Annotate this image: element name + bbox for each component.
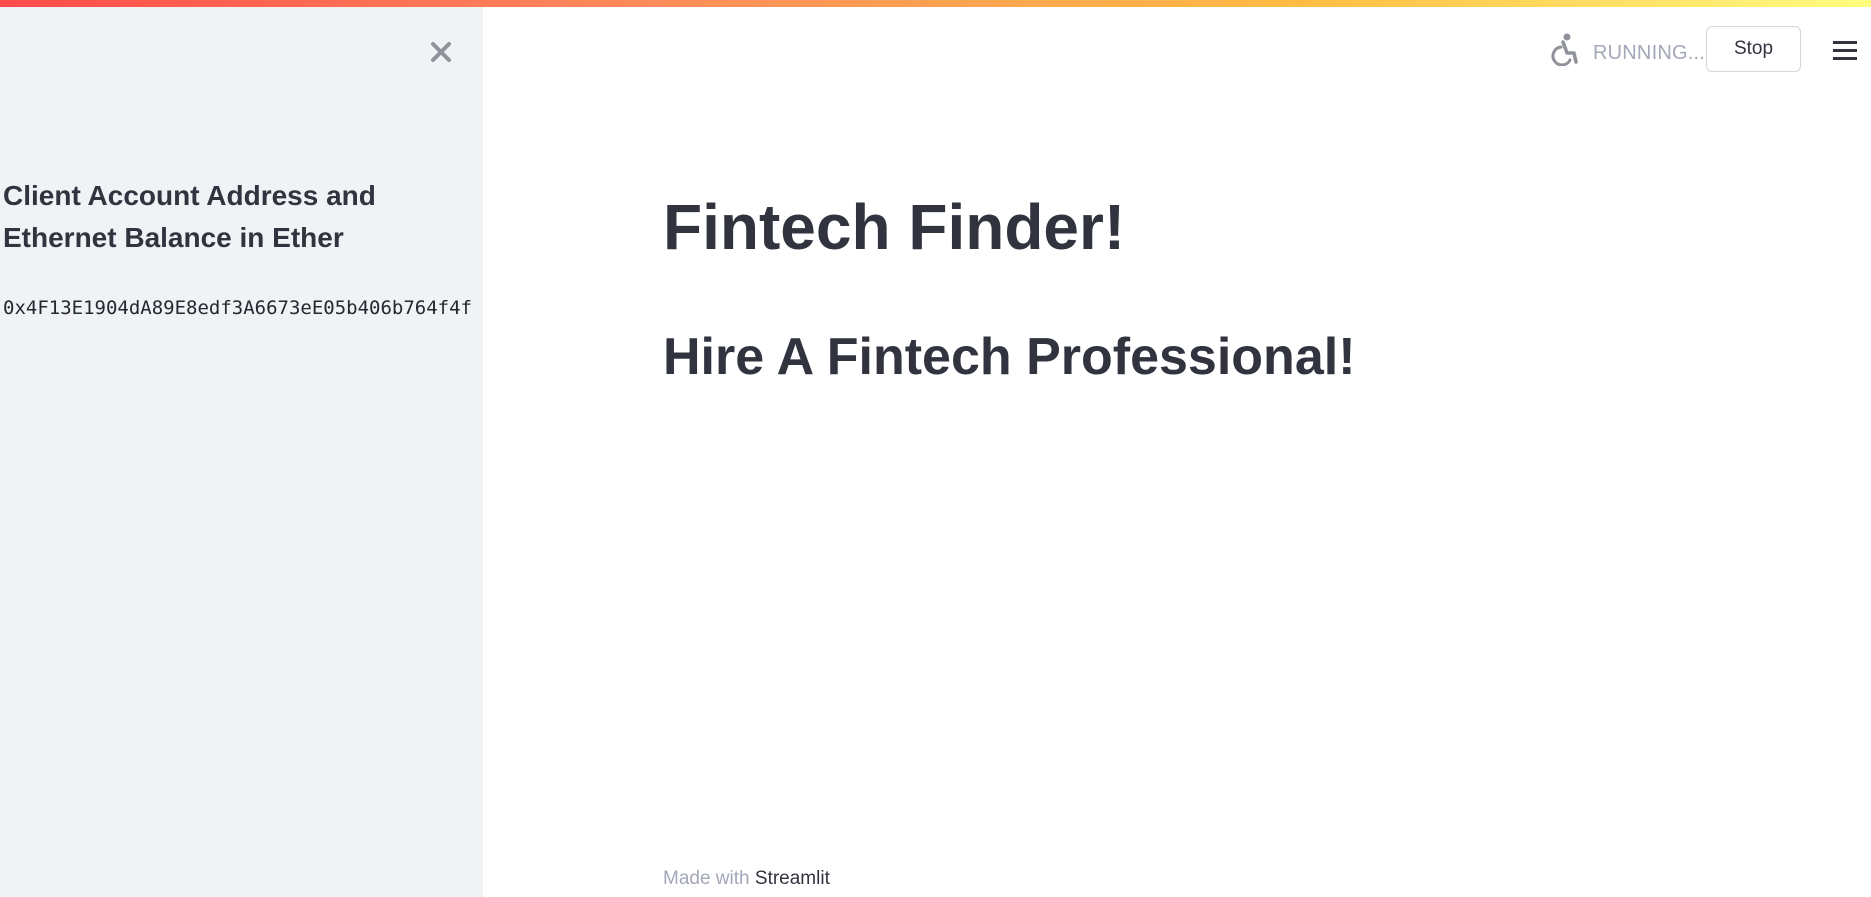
footer: Made with Streamlit — [663, 868, 830, 890]
sidebar-close-button[interactable] — [424, 35, 458, 69]
sidebar-heading: Client Account Address and Ethernet Bala… — [3, 180, 376, 253]
page-subtitle: Hire A Fintech Professional! — [663, 328, 1356, 386]
close-icon — [431, 42, 451, 62]
page-title: Fintech Finder! — [663, 191, 1126, 263]
streamlit-link[interactable]: Streamlit — [755, 868, 830, 889]
sidebar: Client Account Address and Ethernet Bala… — [0, 7, 483, 897]
hamburger-menu-icon — [1833, 41, 1857, 60]
main-menu-button[interactable] — [1829, 34, 1861, 66]
stop-button[interactable]: Stop — [1706, 26, 1801, 72]
footer-prefix: Made with — [663, 868, 750, 889]
status-running-text: RUNNING... — [1593, 42, 1705, 64]
top-decoration-bar — [0, 0, 1871, 7]
account-address-text: 0x4F13E1904dA89E8edf3A6673eE05b406b764f4… — [3, 297, 472, 319]
running-person-icon — [1546, 32, 1580, 67]
